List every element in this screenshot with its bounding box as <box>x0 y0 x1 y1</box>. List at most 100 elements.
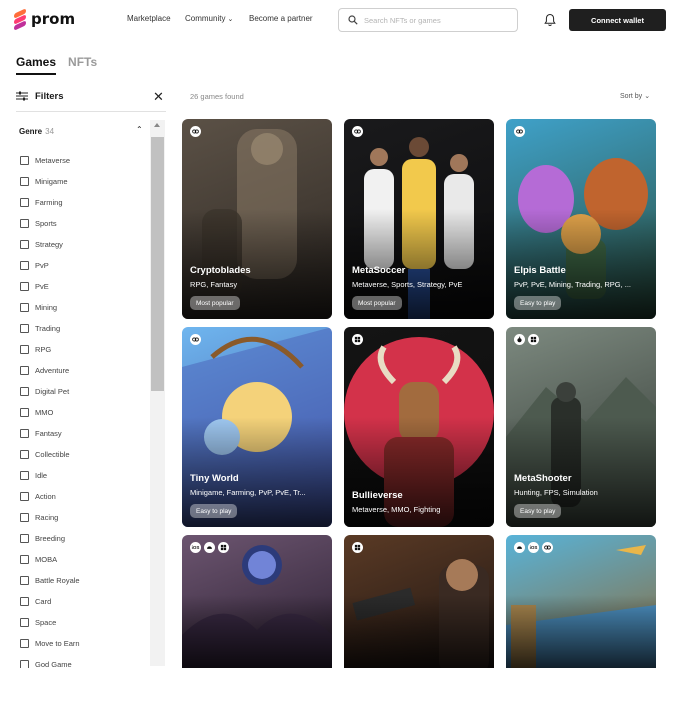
genre-option-label: Move to Earn <box>35 639 80 648</box>
genre-option-mining[interactable]: Mining <box>20 297 80 318</box>
genre-checkbox[interactable] <box>20 198 29 207</box>
genre-checkbox[interactable] <box>20 303 29 312</box>
genre-option-moba[interactable]: MOBA <box>20 549 80 570</box>
genre-option-battle-royale[interactable]: Battle Royale <box>20 570 80 591</box>
genre-option-rpg[interactable]: RPG <box>20 339 80 360</box>
platform-icons <box>514 126 525 137</box>
genre-option-move-to-earn[interactable]: Move to Earn <box>20 633 80 654</box>
genre-option-label: Adventure <box>35 366 70 375</box>
genre-option-adventure[interactable]: Adventure <box>20 360 80 381</box>
genre-option-pve[interactable]: PvE <box>20 276 80 297</box>
genre-option-minigame[interactable]: Minigame <box>20 171 80 192</box>
genre-option-trading[interactable]: Trading <box>20 318 80 339</box>
genre-option-mmo[interactable]: MMO <box>20 402 80 423</box>
genre-checkbox[interactable] <box>20 429 29 438</box>
connect-wallet-button[interactable]: Connect wallet <box>569 9 666 31</box>
web-platform-icon <box>514 126 525 137</box>
genre-option-label: Breeding <box>35 534 66 543</box>
filters-header: Filters ✕ <box>16 88 166 112</box>
apple-platform-icon <box>514 334 525 345</box>
genre-checkbox[interactable] <box>20 555 29 564</box>
genre-option-fantasy[interactable]: Fantasy <box>20 423 80 444</box>
game-card[interactable]: MetaSoccer Metaverse, Sports, Strategy, P… <box>344 119 494 319</box>
genre-option-label: Minigame <box>35 177 68 186</box>
genre-option-action[interactable]: Action <box>20 486 80 507</box>
genre-checkbox[interactable] <box>20 492 29 501</box>
genre-checkbox[interactable] <box>20 261 29 270</box>
genre-checkbox[interactable] <box>20 534 29 543</box>
game-card[interactable]: Elpis Battle PvP, PvE, Mining, Trading, R… <box>506 119 656 319</box>
genre-checkbox[interactable] <box>20 282 29 291</box>
genre-checkbox[interactable] <box>20 240 29 249</box>
genre-label: Genre <box>19 127 43 136</box>
genre-option-label: Battle Royale <box>35 576 80 585</box>
genre-checkbox[interactable] <box>20 513 29 522</box>
genre-option-strategy[interactable]: Strategy <box>20 234 80 255</box>
genre-option-card[interactable]: Card <box>20 591 80 612</box>
search-box[interactable] <box>338 8 518 32</box>
web-platform-icon <box>542 542 553 553</box>
bell-icon[interactable] <box>544 13 556 27</box>
nav-become-partner[interactable]: Become a partner <box>249 14 313 23</box>
genre-list: Metaverse Minigame Farming Sports Strategy Pv… <box>20 150 80 675</box>
game-card[interactable]: Tiny World Minigame, Farming, PvP, PvE, T… <box>182 327 332 527</box>
genre-option-breeding[interactable]: Breeding <box>20 528 80 549</box>
close-icon[interactable]: ✕ <box>153 89 164 105</box>
prom-logo[interactable]: prom <box>12 8 75 31</box>
genre-checkbox[interactable] <box>20 219 29 228</box>
genre-option-farming[interactable]: Farming <box>20 192 80 213</box>
genre-checkbox[interactable] <box>20 576 29 585</box>
genre-option-collectible[interactable]: Collectible <box>20 444 80 465</box>
android-platform-icon <box>204 542 215 553</box>
search-input[interactable] <box>364 15 504 25</box>
nav-community[interactable]: Community ⌄ <box>185 14 233 23</box>
nav-marketplace[interactable]: Marketplace <box>127 14 171 23</box>
genre-checkbox[interactable] <box>20 618 29 627</box>
game-badge: Easy to play <box>514 296 562 310</box>
genre-checkbox[interactable] <box>20 597 29 606</box>
genre-option-racing[interactable]: Racing <box>20 507 80 528</box>
game-card[interactable]: iOS <box>182 535 332 668</box>
ios-platform-icon: iOS <box>190 542 201 553</box>
genre-header[interactable]: Genre 34 <box>19 127 54 136</box>
genre-option-digital-pet[interactable]: Digital Pet <box>20 381 80 402</box>
card-shade <box>182 535 332 668</box>
game-card[interactable] <box>344 535 494 668</box>
genre-checkbox[interactable] <box>20 156 29 165</box>
tab-games[interactable]: Games <box>16 55 57 75</box>
genre-checkbox[interactable] <box>20 387 29 396</box>
chevron-down-icon: ⌄ <box>227 16 234 23</box>
platform-icons <box>514 334 539 345</box>
genre-option-idle[interactable]: Idle <box>20 465 80 486</box>
genre-checkbox[interactable] <box>20 450 29 459</box>
genre-option-metaverse[interactable]: Metaverse <box>20 150 80 171</box>
genre-checkbox[interactable] <box>20 639 29 648</box>
genre-option-sports[interactable]: Sports <box>20 213 80 234</box>
genre-checkbox[interactable] <box>20 324 29 333</box>
card-shade <box>182 327 332 527</box>
scrollbar-thumb[interactable] <box>151 137 164 391</box>
sort-by-dropdown[interactable]: Sort by ⌄ <box>620 92 650 100</box>
genre-option-label: Space <box>35 618 57 627</box>
game-card[interactable]: MetaShooter Hunting, FPS, Simulation Easy … <box>506 327 656 527</box>
genre-option-label: MMO <box>35 408 54 417</box>
chevron-down-icon: ⌄ <box>644 93 651 100</box>
scroll-up-arrow-icon[interactable] <box>154 123 160 127</box>
game-card[interactable]: iOS <box>506 535 656 668</box>
genre-checkbox[interactable] <box>20 471 29 480</box>
genre-checkbox[interactable] <box>20 177 29 186</box>
genre-checkbox[interactable] <box>20 345 29 354</box>
genre-option-pvp[interactable]: PvP <box>20 255 80 276</box>
tab-nfts[interactable]: NFTs <box>68 55 97 75</box>
genre-checkbox[interactable] <box>20 408 29 417</box>
genre-option-space[interactable]: Space <box>20 612 80 633</box>
search-icon <box>348 15 358 25</box>
game-badge: Most popular <box>352 296 402 310</box>
game-card[interactable]: Cryptoblades RPG, Fantasy Most popular <box>182 119 332 319</box>
game-tags: Metaverse, Sports, Strategy, PvE <box>352 280 463 289</box>
genre-option-label: Action <box>35 492 56 501</box>
filters-scrollbar[interactable] <box>150 120 165 666</box>
chevron-up-icon[interactable]: ⌃ <box>136 125 143 134</box>
game-card[interactable]: Bullieverse Metaverse, MMO, Fighting <box>344 327 494 527</box>
genre-checkbox[interactable] <box>20 366 29 375</box>
